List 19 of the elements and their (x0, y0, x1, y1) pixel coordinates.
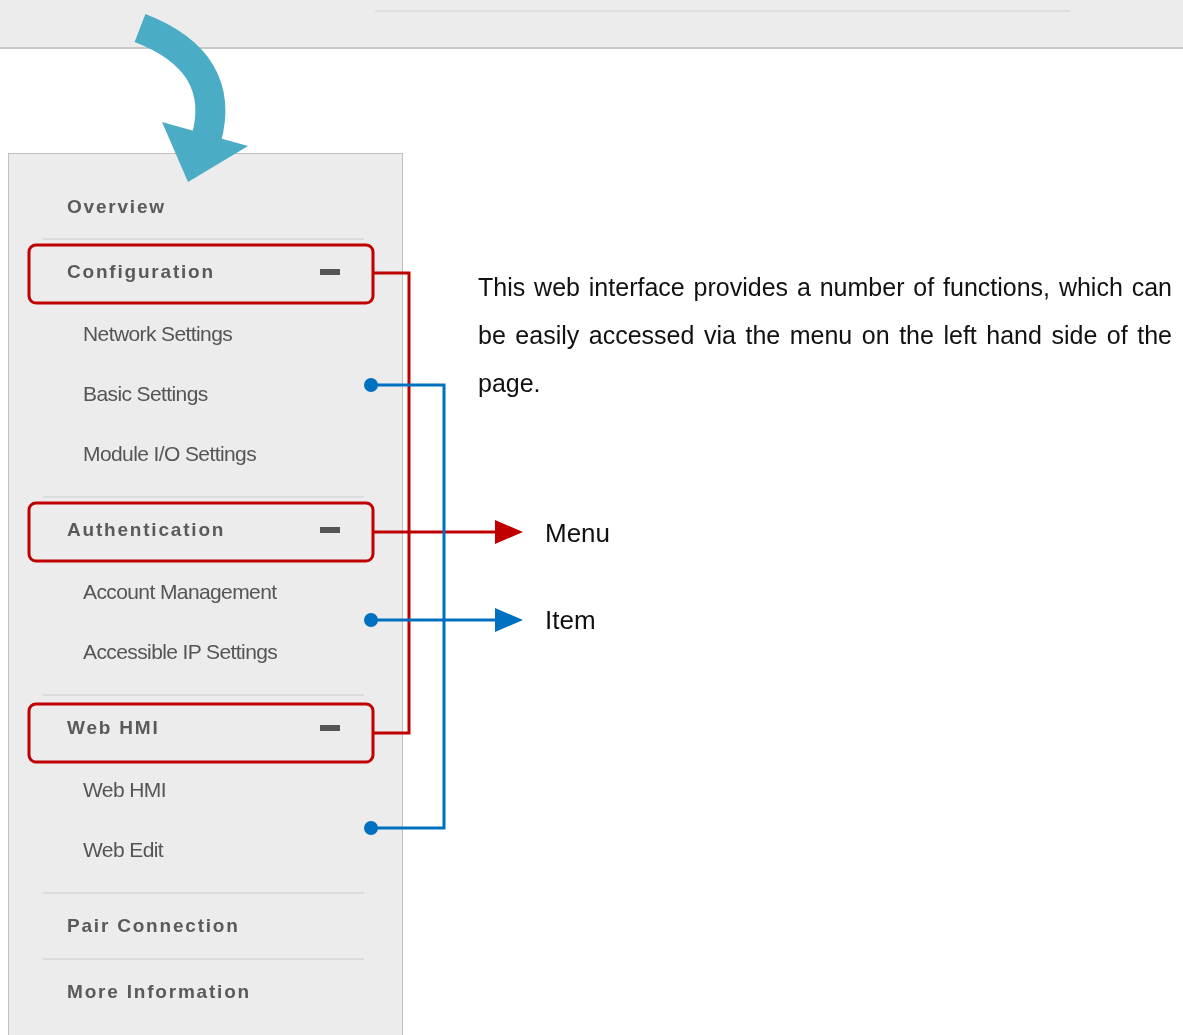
menu-heading[interactable]: Configuration (67, 261, 215, 283)
description-text: This web interface provides a number of functions, which can be easily accessed via the menu on the left hand side of the page. (478, 272, 1172, 399)
menu-item[interactable]: Network Settings (83, 322, 233, 346)
menu-link[interactable]: More Information (67, 981, 251, 1003)
callout-label: Menu (545, 517, 611, 549)
menu-item[interactable]: Module I/O Settings (83, 442, 257, 466)
menu-link[interactable]: Overview (67, 196, 166, 218)
menu-item[interactable]: Account Management (83, 580, 277, 604)
menu-heading[interactable]: Authentication (67, 519, 226, 541)
menu-item[interactable]: Web HMI (83, 778, 166, 802)
callout-label: Item (545, 604, 596, 636)
menu-item[interactable]: Web Edit (83, 838, 164, 862)
menu-heading[interactable]: Web HMI (67, 717, 160, 739)
collapse-icon[interactable] (320, 527, 340, 533)
menu-item[interactable]: Basic Settings (83, 382, 208, 406)
menu-item[interactable]: Accessible IP Settings (83, 640, 278, 664)
collapse-icon[interactable] (320, 725, 340, 731)
collapse-icon[interactable] (320, 269, 340, 275)
menu-link[interactable]: Pair Connection (67, 915, 240, 937)
